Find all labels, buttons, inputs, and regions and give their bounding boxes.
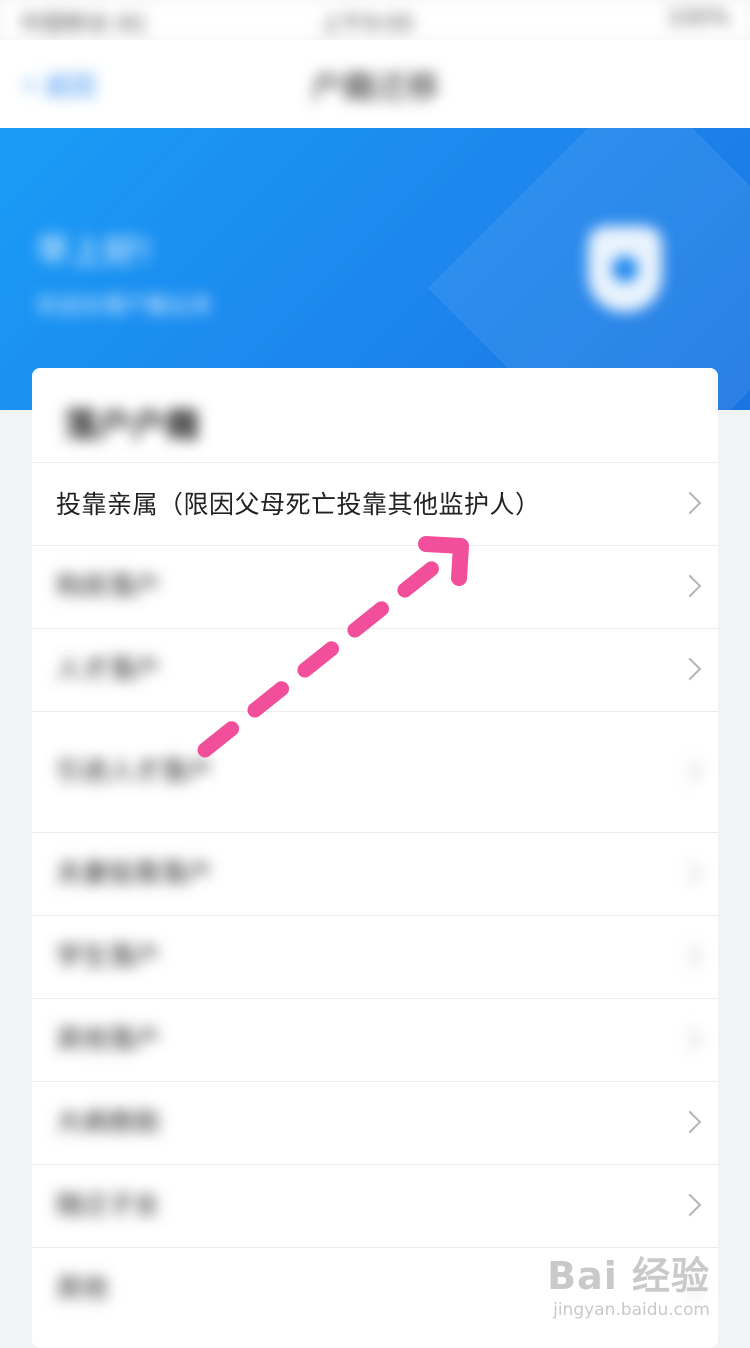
chevron-right-icon — [678, 1027, 702, 1051]
battery-text: 100% — [667, 6, 730, 31]
chevron-right-icon — [678, 657, 702, 681]
time-text: 上午9:00 — [320, 12, 414, 37]
watermark-logo: Bai 经验 — [547, 1254, 710, 1298]
list-item[interactable]: 购房落户 — [32, 545, 718, 628]
list-item-label: 随迁子女 — [56, 1190, 161, 1221]
chevron-right-icon — [678, 491, 702, 515]
status-bar: 中国移动 4G 上午9:00 100% — [0, 0, 750, 40]
list-item[interactable]: 人才落户 — [32, 628, 718, 711]
list-item[interactable]: 大病救助 — [32, 1081, 718, 1164]
watermark-url: jingyan.baidu.com — [553, 1300, 710, 1320]
list-item-label: 引进人才落户 — [56, 756, 213, 787]
list-item-label: 学生落户 — [56, 941, 161, 972]
list-item-label: 大病救助 — [56, 1107, 161, 1138]
list-item-label: 夫妻投靠落户 — [56, 858, 213, 889]
list-item[interactable]: 随迁子女 — [32, 1164, 718, 1247]
list-item[interactable]: 学生落户 — [32, 915, 718, 998]
list-item[interactable]: 夫妻投靠落户 — [32, 832, 718, 915]
carrier-text: 中国移动 4G — [20, 12, 147, 37]
chevron-right-icon — [678, 1110, 702, 1134]
watermark: Bai 经验 jingyan.baidu.com — [547, 1245, 710, 1320]
shield-icon — [588, 226, 662, 312]
nav-bar: ‹ 返回 户籍迁移 — [0, 40, 750, 128]
list-item-label: 投靠亲属（限因父母死亡投靠其他监护人） — [56, 489, 541, 519]
banner-greeting: 早上好! — [36, 232, 152, 272]
chevron-right-icon — [678, 574, 702, 598]
chevron-right-icon — [678, 1193, 702, 1217]
banner-subtitle: 欢迎办理户籍业务 — [36, 294, 213, 319]
chevron-right-icon — [678, 759, 702, 783]
chevron-right-icon — [678, 861, 702, 885]
service-list-card: 落户户籍 投靠亲属（限因父母死亡投靠其他监护人） 购房落户 人才落户 引进人才落… — [32, 368, 718, 1348]
card-header: 落户户籍 — [32, 368, 718, 462]
list-item[interactable]: 投靠亲属（限因父母死亡投靠其他监护人） — [32, 462, 718, 545]
list-item-label: 购房落户 — [56, 571, 161, 602]
list-item-label: 人才落户 — [56, 654, 161, 685]
chevron-right-icon — [678, 944, 702, 968]
page-title: 户籍迁移 — [310, 68, 439, 106]
list-item[interactable]: 其他落户 — [32, 998, 718, 1081]
list-item-label: 其他落户 — [56, 1024, 161, 1055]
card-title: 落户户籍 — [64, 406, 200, 446]
list-item[interactable]: 引进人才落户 — [32, 711, 718, 832]
